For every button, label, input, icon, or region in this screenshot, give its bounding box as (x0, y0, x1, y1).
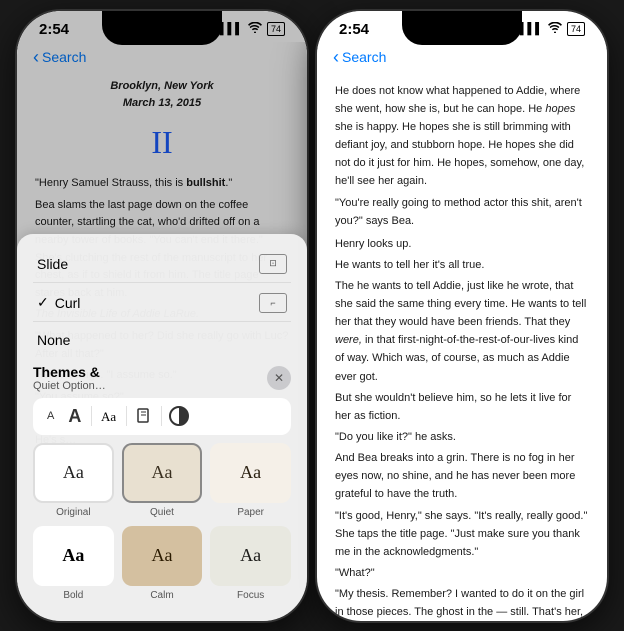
right-para-10: "What?" (335, 564, 589, 582)
slide-label: Slide (37, 256, 68, 272)
theme-aa-calm: Aa (151, 545, 172, 566)
theme-item-original[interactable]: Aa Original (33, 443, 114, 518)
back-button-right[interactable]: ‹ Search (333, 48, 386, 66)
phones-container: 2:54 ▌▌▌ 74 ‹ Search Brooklyn, New YorkM… (17, 11, 607, 621)
theme-name-original: Original (56, 507, 90, 518)
theme-item-quiet[interactable]: Aa Quiet (122, 443, 203, 518)
font-toolbar: A A Aa (33, 398, 291, 435)
notch-right (402, 11, 522, 45)
theme-aa-quiet: Aa (151, 462, 172, 483)
theme-item-focus[interactable]: Aa Focus (210, 526, 291, 601)
theme-card-bold[interactable]: Aa (33, 526, 114, 586)
book-content-right: He does not know what happened to Addie,… (317, 70, 607, 621)
battery-icon-right: 74 (567, 22, 585, 36)
none-label: None (37, 332, 70, 348)
status-icons-right: ▌▌▌ 74 (520, 22, 585, 36)
theme-card-calm[interactable]: Aa (122, 526, 203, 586)
time-right: 2:54 (339, 21, 369, 38)
nav-bar-right[interactable]: ‹ Search (317, 42, 607, 70)
theme-grid: Aa Original Aa Quiet Aa Paper (33, 443, 291, 601)
curl-box-icon: ⌐ (259, 293, 287, 313)
checkmark-icon: ✓ (37, 294, 49, 311)
right-para-4: He wants to tell her it's all true. (335, 256, 589, 274)
right-para-11: "My thesis. Remember? I wanted to do it … (335, 585, 589, 620)
right-para-1: He does not know what happened to Addie,… (335, 82, 589, 191)
curl-label: Curl (55, 295, 81, 311)
back-label-right: Search (342, 49, 386, 65)
slide-option-slide[interactable]: Slide ⊡ (33, 246, 291, 283)
slide-option-curl[interactable]: ✓ Curl ⌐ (33, 285, 291, 322)
toolbar-divider-2 (126, 406, 127, 426)
right-para-3: Henry looks up. (335, 235, 589, 253)
curl-icon-box: ⌐ (259, 293, 287, 313)
right-para-2: "You're really going to method actor thi… (335, 194, 589, 230)
right-para-7: "Do you like it?" he asks. (335, 428, 589, 446)
back-arrow-icon-right: ‹ (333, 48, 339, 66)
theme-card-quiet[interactable]: Aa (122, 443, 203, 503)
right-para-8: And Bea breaks into a grin. There is no … (335, 449, 589, 503)
theme-item-calm[interactable]: Aa Calm (122, 526, 203, 601)
theme-item-bold[interactable]: Aa Bold (33, 526, 114, 601)
theme-name-calm: Calm (150, 590, 173, 601)
slide-box-icon: ⊡ (259, 254, 287, 274)
theme-item-paper[interactable]: Aa Paper (210, 443, 291, 518)
slide-options: Slide ⊡ ✓ Curl ⌐ None (33, 246, 291, 356)
overlay-panel: Slide ⊡ ✓ Curl ⌐ None (17, 234, 307, 621)
font-size-increase[interactable]: A (64, 404, 85, 429)
left-phone: 2:54 ▌▌▌ 74 ‹ Search Brooklyn, New YorkM… (17, 11, 307, 621)
slide-icon-box: ⊡ (259, 254, 287, 274)
theme-aa-original: Aa (63, 462, 84, 483)
theme-card-focus[interactable]: Aa (210, 526, 291, 586)
right-para-9: "It's good, Henry," she says. "It's real… (335, 507, 589, 561)
font-style-icon[interactable]: Aa (98, 405, 120, 427)
theme-name-bold: Bold (63, 590, 83, 601)
font-book-icon[interactable] (133, 405, 155, 427)
brightness-icon[interactable] (168, 405, 190, 427)
close-button[interactable]: ✕ (267, 366, 291, 390)
right-phone: 2:54 ▌▌▌ 74 ‹ Search He does not know wh… (317, 11, 607, 621)
right-para-5: The he wants to tell Addie, just like he… (335, 277, 589, 386)
theme-name-quiet: Quiet (150, 507, 174, 518)
font-size-decrease[interactable]: A (43, 408, 58, 424)
theme-name-paper: Paper (237, 507, 264, 518)
right-para-6: But she wouldn't believe him, so he lets… (335, 389, 589, 425)
theme-name-focus: Focus (237, 590, 264, 601)
toolbar-divider-1 (91, 406, 92, 426)
themes-title: Themes & (33, 364, 106, 380)
themes-title-block: Themes & Quiet Option… (33, 364, 106, 392)
signal-icon-right: ▌▌▌ (520, 23, 543, 35)
theme-aa-paper: Aa (240, 462, 261, 483)
theme-card-original[interactable]: Aa (33, 443, 114, 503)
svg-text:Aa: Aa (101, 409, 116, 424)
themes-subtitle: Quiet Option… (33, 380, 106, 392)
toolbar-divider-3 (161, 406, 162, 426)
theme-aa-bold: Aa (62, 545, 84, 566)
themes-header: Themes & Quiet Option… ✕ (33, 364, 291, 392)
wifi-icon-right (548, 22, 562, 36)
slide-option-none[interactable]: None (33, 324, 291, 356)
theme-aa-focus: Aa (240, 545, 261, 566)
theme-card-paper[interactable]: Aa (210, 443, 291, 503)
